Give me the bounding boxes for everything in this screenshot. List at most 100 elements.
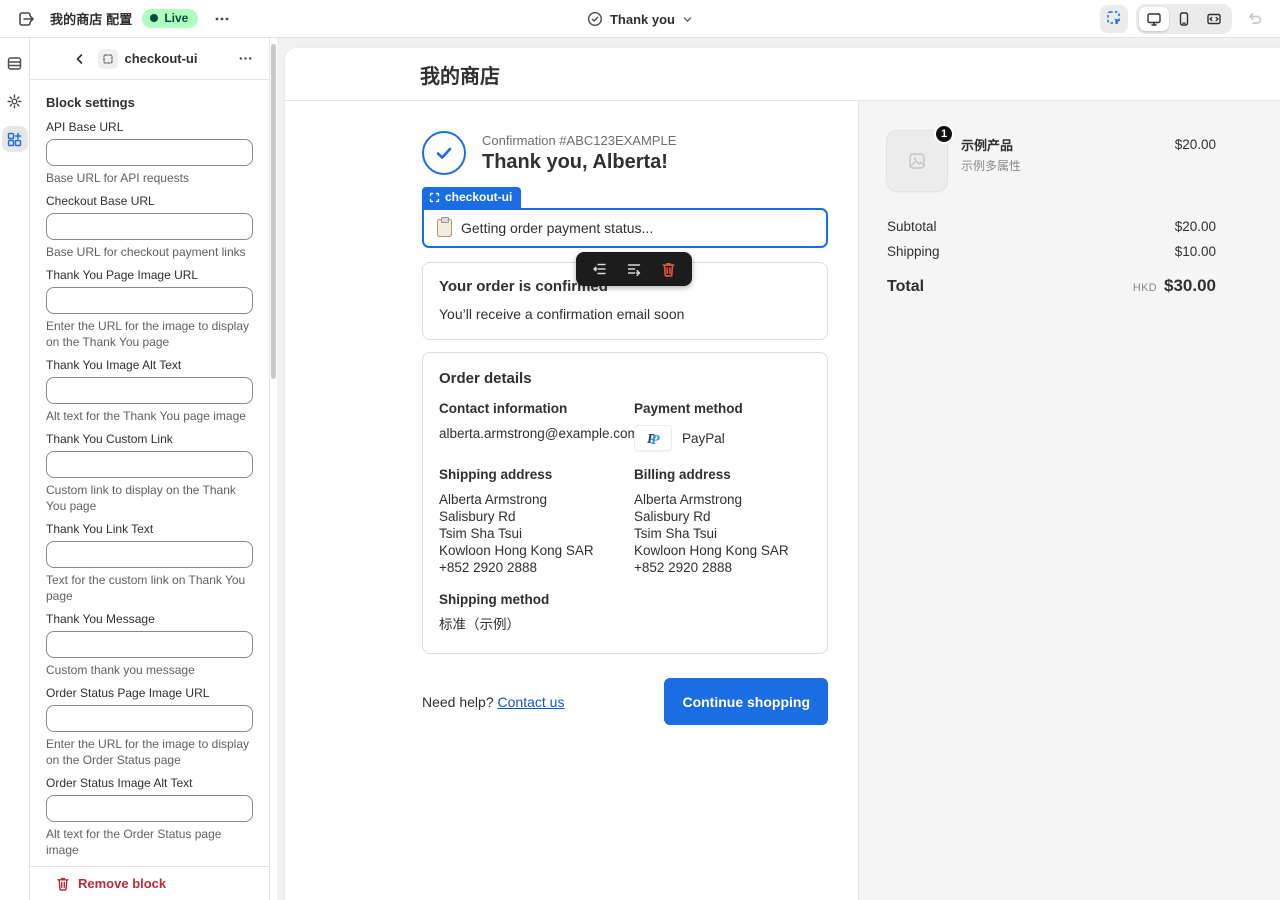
need-help-label: Need help?	[422, 694, 494, 710]
remove-block-label: Remove block	[78, 876, 166, 891]
checkout-main-column: Confirmation #ABC123EXAMPLE Thank you, A…	[285, 101, 859, 900]
field-label: Thank You Custom Link	[46, 432, 253, 447]
field-help: Base URL for checkout payment links	[46, 244, 253, 260]
store-name: 我的商店	[420, 60, 500, 89]
remove-block-button[interactable]: Remove block	[30, 866, 269, 900]
total-label: Total	[887, 278, 924, 296]
desktop-view-button[interactable]	[1139, 7, 1169, 31]
panel-scrollbar	[270, 38, 277, 900]
contact-title: Contact information	[439, 401, 634, 416]
hierarchy-icon	[592, 261, 608, 277]
page-selector-dropdown[interactable]: Thank you	[587, 0, 693, 38]
more-icon	[214, 11, 230, 27]
move-to-section-button[interactable]	[586, 255, 614, 283]
form-field: Order Status Page Image URL Enter the UR…	[46, 686, 253, 768]
preview-canvas: 我的商店 Confirmation #ABC123EXA	[277, 38, 1280, 900]
total-value: $30.00	[1164, 276, 1216, 296]
summary-row: Shipping $10.00	[887, 244, 1216, 259]
checkout-ui-block[interactable]: Getting order payment status...	[422, 208, 828, 248]
shipping-method-value: 标准（示例）	[439, 616, 634, 633]
field-help: Custom link to display on the Thank You …	[46, 482, 253, 514]
apps-nav-button[interactable]	[2, 126, 28, 152]
left-icon-rail	[0, 38, 30, 900]
scrollbar-thumb[interactable]	[271, 44, 276, 379]
undo-button[interactable]	[1240, 5, 1268, 33]
check-circle-icon	[587, 11, 603, 27]
shipping-method-title: Shipping method	[439, 592, 634, 607]
panel-title: checkout-ui	[125, 51, 198, 66]
shipping-address-block: Shipping address Alberta Armstrong Salis…	[439, 467, 634, 576]
continue-shopping-button[interactable]: Continue shopping	[664, 678, 828, 725]
fullscreen-view-button[interactable]	[1199, 7, 1229, 31]
order-details-title: Order details	[439, 370, 811, 387]
form-field: Thank You Page Image URL Enter the URL f…	[46, 268, 253, 350]
mobile-view-button[interactable]	[1169, 7, 1199, 31]
field-help: Custom thank you message	[46, 662, 253, 678]
trash-icon	[661, 261, 676, 277]
editor-topbar: 我的商店 配置 Live Thank you	[0, 0, 1280, 38]
field-input[interactable]	[46, 287, 253, 314]
selected-block-tag: checkout-ui	[422, 187, 521, 208]
fullscreen-icon	[1206, 11, 1222, 27]
field-help: Text for the custom link on Thank You pa…	[46, 572, 253, 604]
shipping-address-title: Shipping address	[439, 467, 634, 482]
need-help-text: Need help? Contact us	[422, 694, 564, 710]
checkout-preview: 我的商店 Confirmation #ABC123EXA	[285, 48, 1280, 900]
thank-you-heading: Thank you, Alberta!	[482, 151, 676, 174]
field-input[interactable]	[46, 705, 253, 732]
block-tag-label: checkout-ui	[445, 190, 512, 204]
summary-row-value: $10.00	[1175, 244, 1216, 259]
field-input[interactable]	[46, 631, 253, 658]
sections-nav-button[interactable]	[2, 50, 28, 76]
block-status-message: Getting order payment status...	[461, 220, 653, 236]
field-input[interactable]	[46, 541, 253, 568]
panel-body: Block settings API Base URL Base URL for…	[30, 81, 269, 866]
section-title: Block settings	[46, 95, 253, 110]
more-icon	[238, 51, 253, 66]
back-chevron-icon	[74, 53, 86, 65]
field-help: Enter the URL for the image to display o…	[46, 318, 253, 350]
shipping-method-block: Shipping method 标准（示例）	[439, 592, 634, 633]
inspect-mode-button[interactable]	[1100, 5, 1128, 33]
settings-nav-button[interactable]	[2, 88, 28, 114]
undo-icon	[1246, 10, 1263, 27]
back-button[interactable]	[69, 48, 91, 70]
order-confirmed-card: Your order is confirmed You’ll receive a…	[422, 262, 828, 340]
field-label: Thank You Image Alt Text	[46, 358, 253, 373]
confirmation-header: Confirmation #ABC123EXAMPLE Thank you, A…	[422, 131, 828, 175]
exit-button[interactable]	[12, 5, 40, 33]
order-confirmed-subtitle: You’ll receive a confirmation email soon	[439, 306, 811, 322]
settings-gear-icon	[6, 93, 23, 110]
field-label: Checkout Base URL	[46, 194, 253, 209]
form-field: Thank You Link Text Text for the custom …	[46, 522, 253, 604]
field-help: Base URL for API requests	[46, 170, 253, 186]
panel-more-button[interactable]	[233, 47, 257, 71]
block-settings-panel: checkout-ui Block settings API Base URL …	[30, 38, 270, 900]
field-input[interactable]	[46, 451, 253, 478]
field-input[interactable]	[46, 795, 253, 822]
product-variant: 示例多属性	[961, 157, 1021, 174]
exit-icon	[17, 10, 35, 28]
form-field: Checkout Base URL Base URL for checkout …	[46, 194, 253, 260]
apps-icon	[6, 131, 23, 148]
billing-address-value: Alberta Armstrong Salisbury Rd Tsim Sha …	[634, 491, 811, 576]
editor-workspace: checkout-ui Block settings API Base URL …	[0, 38, 1280, 900]
svg-text:P: P	[651, 433, 660, 447]
delete-block-button[interactable]	[654, 255, 682, 283]
block-action-toolbar	[576, 252, 692, 286]
form-field: Thank You Custom Link Custom link to dis…	[46, 432, 253, 514]
chevron-down-icon	[682, 14, 693, 25]
field-input[interactable]	[46, 377, 253, 404]
contact-us-link[interactable]: Contact us	[498, 694, 565, 710]
field-label: Order Status Image Alt Text	[46, 776, 253, 791]
image-placeholder-icon	[907, 151, 927, 171]
field-input[interactable]	[46, 213, 253, 240]
form-field: Thank You Image Alt Text Alt text for th…	[46, 358, 253, 424]
live-badge-label: Live	[164, 11, 188, 25]
reorder-block-button[interactable]	[620, 255, 648, 283]
block-icon	[98, 49, 118, 69]
field-help: Alt text for the Order Status page image	[46, 826, 253, 858]
form-field: API Base URL Base URL for API requests	[46, 120, 253, 186]
field-input[interactable]	[46, 139, 253, 166]
topbar-more-button[interactable]	[208, 5, 236, 33]
